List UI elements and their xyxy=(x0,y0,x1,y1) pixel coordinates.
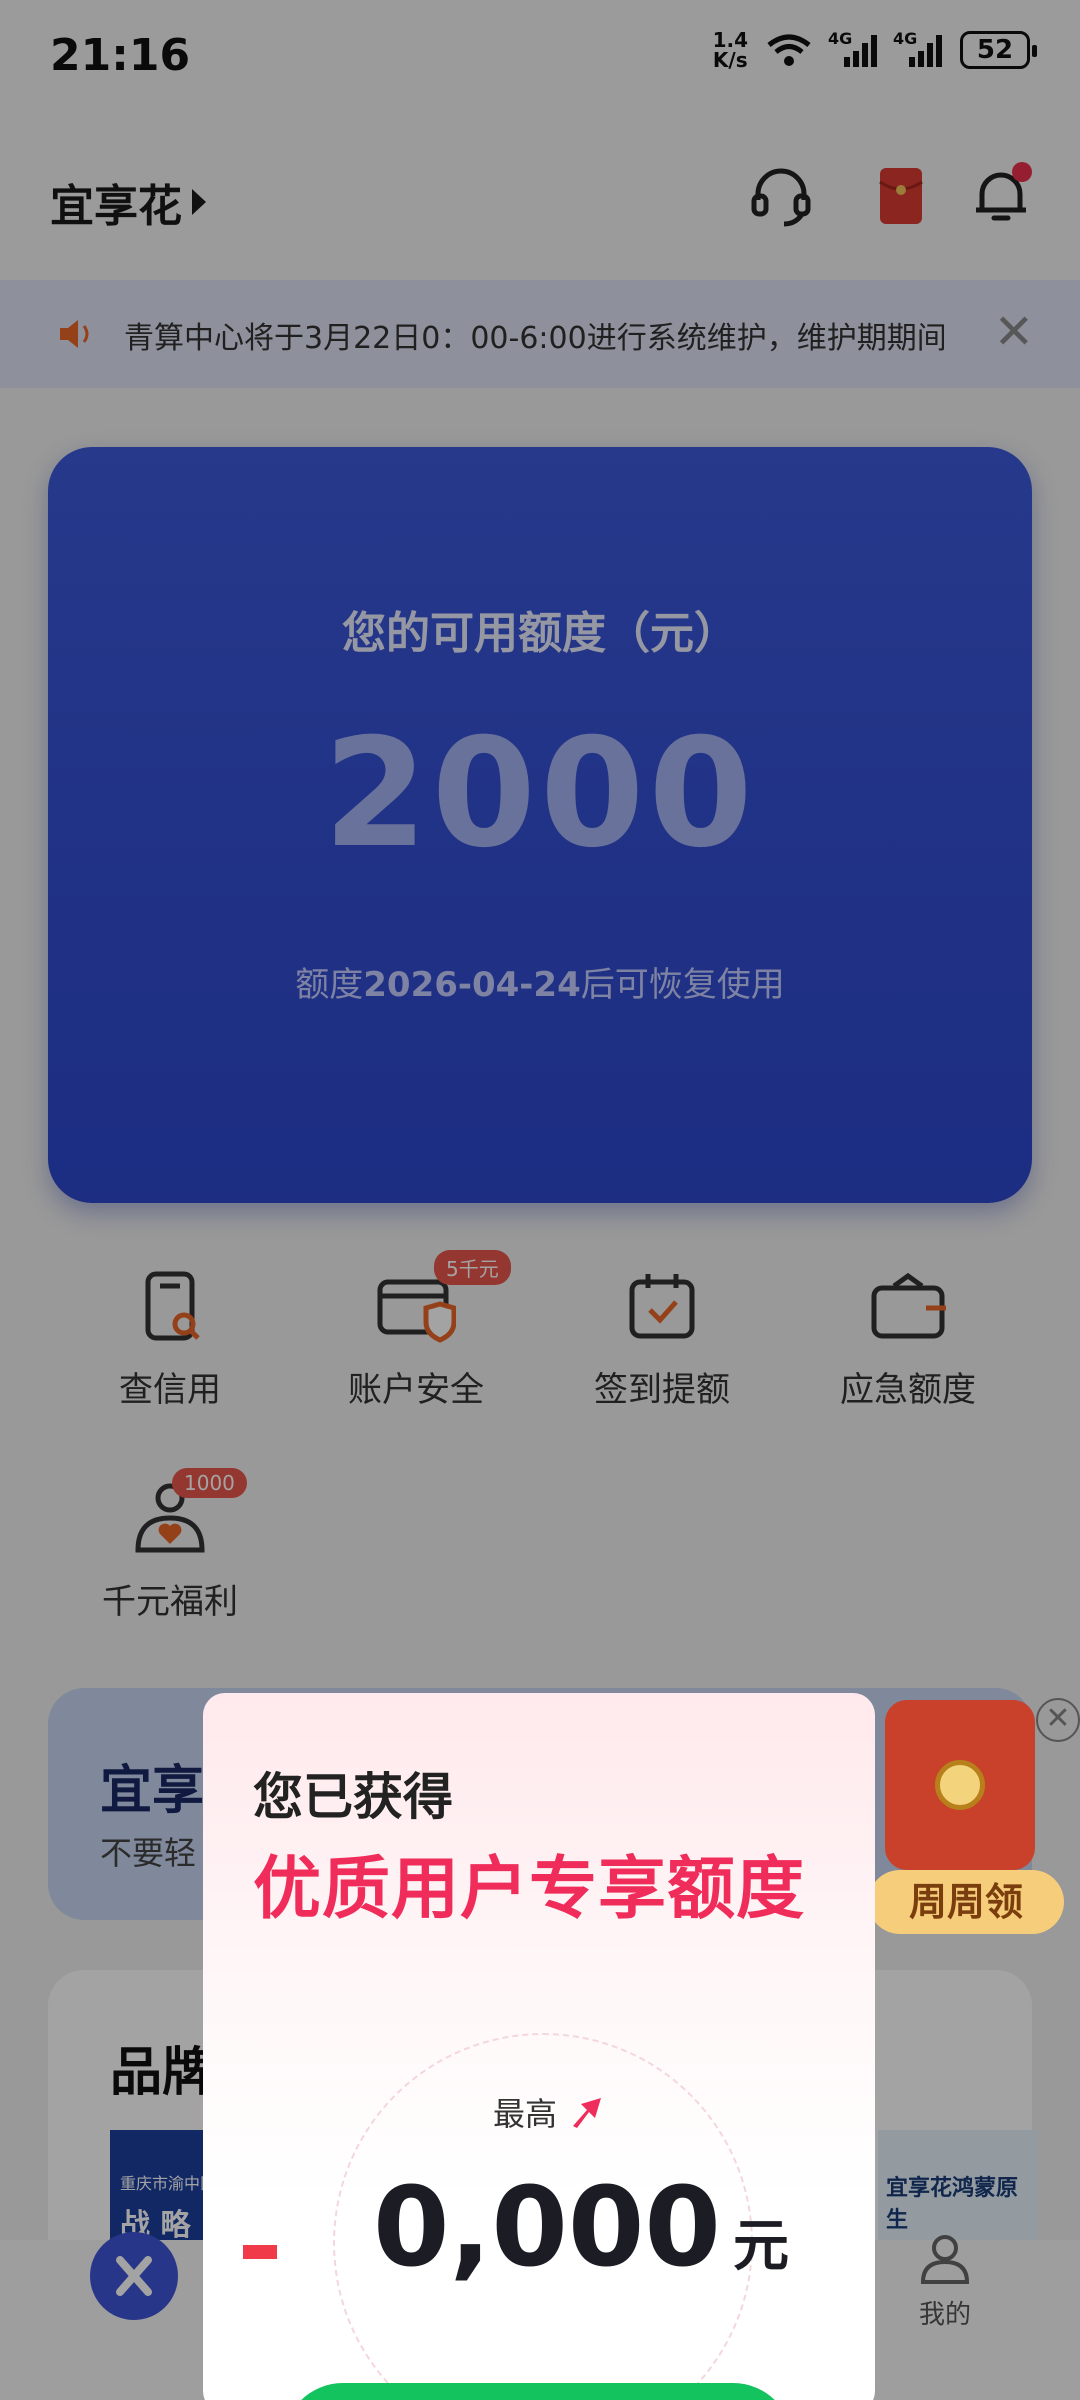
arrow-up-icon xyxy=(573,2098,602,2128)
popup-subtitle: 您已获得 xyxy=(253,1768,453,1826)
reward-popup: 您已获得 优质用户专享额度 最高 0,000 元 xyxy=(203,1693,875,2400)
amount-unit: 元 xyxy=(732,2214,789,2279)
decor-dash xyxy=(243,2245,277,2259)
weekly-claim-button[interactable]: 周周领 xyxy=(868,1870,1064,1934)
claim-button[interactable] xyxy=(283,2383,793,2400)
close-icon[interactable]: ✕ xyxy=(1036,1698,1080,1742)
popup-title: 优质用户专享额度 xyxy=(253,1850,806,1929)
gift-seal xyxy=(935,1760,985,1810)
amount-value: 0,000 xyxy=(373,2163,721,2291)
popup-amount: 0,000 元 xyxy=(373,2163,789,2291)
gift-box-image[interactable] xyxy=(885,1700,1035,1870)
popup-max-label: 最高 xyxy=(493,2089,605,2135)
max-label: 最高 xyxy=(493,2095,558,2133)
